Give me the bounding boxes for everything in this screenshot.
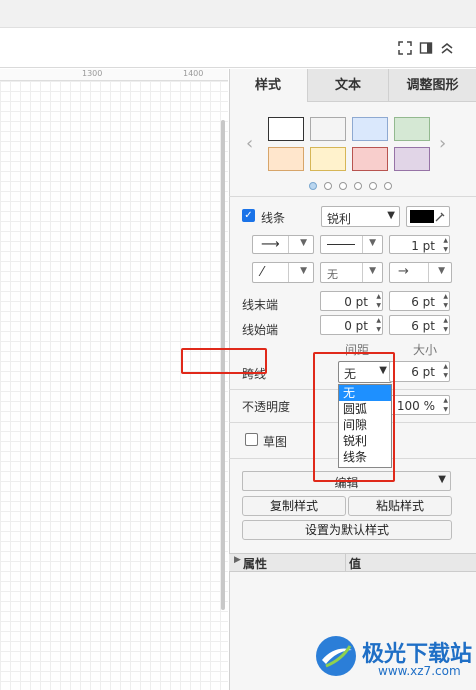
panel-toggle-icon[interactable] (419, 41, 433, 55)
line-style-select[interactable]: 锐利 ▼ (321, 206, 400, 227)
line-arrow-end-select[interactable]: → ▼ (389, 262, 452, 283)
chevron-down-icon: ▼ (438, 266, 445, 276)
sketch-checkbox[interactable] (245, 433, 258, 446)
page-dot[interactable] (384, 182, 392, 190)
line-end-size-stepper[interactable]: 6 pt ▲ ▼ (389, 291, 450, 311)
tab-arrange[interactable]: 调整图形 (388, 69, 476, 102)
line-end-label: 线末端 (242, 298, 279, 312)
opacity-stepper[interactable]: 100 % ▲ ▼ (389, 395, 450, 415)
tab-text[interactable]: 文本 (307, 69, 388, 102)
line-start-size-value: 6 pt (411, 319, 435, 333)
page-dot[interactable] (309, 182, 317, 190)
chevron-down-icon: ▼ (369, 266, 376, 276)
style-swatch[interactable] (352, 147, 388, 171)
line-width-value: 1 pt (411, 239, 435, 253)
stepper-arrows-icon[interactable]: ▲ ▼ (376, 292, 381, 310)
line-start-spacing-value: 0 pt (344, 319, 368, 333)
stepper-arrows-icon[interactable]: ▲ ▼ (443, 396, 448, 414)
sketch-label: 草图 (263, 435, 288, 449)
line-checkbox[interactable]: ✓ (242, 209, 255, 222)
page-dot[interactable] (339, 182, 347, 190)
style-swatch[interactable] (394, 117, 430, 141)
stepper-arrows-icon[interactable]: ▲ ▼ (376, 316, 381, 334)
stepper-arrows-icon[interactable]: ▲ ▼ (443, 362, 448, 380)
size-column-label: 大小 (413, 343, 438, 357)
arrow-right-icon: → (398, 264, 409, 279)
line-jump-size-value: 6 pt (411, 365, 435, 379)
style-swatch[interactable] (394, 147, 430, 171)
chevron-down-icon: ▼ (387, 210, 395, 221)
line-width-stepper[interactable]: 1 pt ▲ ▼ (389, 235, 450, 254)
page-dot[interactable] (354, 182, 362, 190)
diagonal-line-icon: ⁄ (261, 265, 264, 280)
format-tabs: 样式 文本 调整图形 (229, 69, 476, 102)
chevron-right-icon[interactable]: › (439, 133, 446, 154)
paste-style-button[interactable]: 粘贴样式 (348, 496, 452, 516)
highlight-box (181, 348, 267, 374)
set-default-style-button[interactable]: 设置为默认样式 (242, 520, 452, 540)
arrow-right-icon: ⟶ (261, 237, 280, 252)
fullscreen-icon[interactable] (398, 41, 412, 55)
line-end-spacing-stepper[interactable]: 0 pt ▲ ▼ (320, 291, 383, 311)
ruler-tick: 1300 (82, 69, 103, 78)
line-start-spacing-stepper[interactable]: 0 pt ▲ ▼ (320, 315, 383, 335)
style-swatch[interactable] (310, 117, 346, 141)
tab-style[interactable]: 样式 (229, 69, 307, 102)
opacity-label: 不透明度 (242, 400, 291, 414)
line-label: 线条 (261, 211, 286, 225)
chevron-right-icon[interactable]: ▶ (234, 555, 241, 565)
chevron-down-icon: ▼ (300, 238, 307, 248)
properties-header: ▶ 属性 值 (229, 553, 476, 572)
style-swatch[interactable] (268, 147, 304, 171)
highlight-box (313, 352, 395, 482)
line-waypoint-select[interactable]: ⁄ ▼ (252, 262, 314, 283)
chevron-down-icon: ▼ (300, 266, 307, 276)
line-jump-size-stepper[interactable]: 6 pt ▲ ▼ (389, 361, 450, 382)
value-column-header: 值 (349, 557, 362, 571)
line-arrow-start-select[interactable]: ⟶ ▼ (252, 235, 314, 254)
line-end-spacing-value: 0 pt (344, 295, 368, 309)
watermark-url: www.xz7.com (378, 664, 461, 678)
page-dot[interactable] (324, 182, 332, 190)
window-title-bar (0, 0, 476, 28)
chevron-down-icon: ▼ (369, 238, 376, 248)
style-swatch[interactable] (268, 117, 304, 141)
line-end-pattern-value: 无 (327, 268, 338, 281)
property-column-header: 属性 (243, 557, 268, 571)
eyedropper-icon (435, 212, 445, 222)
line-end-pattern-select[interactable]: 无 ▼ (320, 262, 383, 283)
stepper-arrows-icon[interactable]: ▲ ▼ (443, 316, 448, 334)
color-swatch (410, 210, 434, 223)
line-end-size-value: 6 pt (411, 295, 435, 309)
stepper-arrows-icon[interactable]: ▲ ▼ (443, 236, 448, 254)
chevron-down-icon: ▼ (438, 474, 446, 485)
line-start-size-stepper[interactable]: 6 pt ▲ ▼ (389, 315, 450, 335)
line-color-picker[interactable] (406, 206, 450, 227)
line-style-value: 锐利 (327, 212, 352, 226)
copy-style-button[interactable]: 复制样式 (242, 496, 346, 516)
page-dot[interactable] (369, 182, 377, 190)
stepper-arrows-icon[interactable]: ▲ ▼ (443, 292, 448, 310)
chevron-left-icon[interactable]: ‹ (246, 133, 253, 154)
style-swatch[interactable] (310, 147, 346, 171)
drawing-canvas[interactable] (0, 69, 228, 690)
divider (229, 196, 476, 197)
watermark: 极光下载站 www.xz7.com (312, 632, 472, 686)
line-pattern-select[interactable]: ▼ (320, 235, 383, 254)
collapse-up-icon[interactable] (440, 41, 454, 55)
solid-line-icon (327, 244, 355, 245)
site-logo-icon (316, 636, 356, 676)
style-swatch[interactable] (352, 117, 388, 141)
ruler-tick: 1400 (183, 69, 204, 78)
opacity-value: 100 % (396, 399, 435, 413)
horizontal-ruler: 1300 1400 (0, 69, 228, 81)
line-start-label: 线始端 (242, 323, 279, 337)
